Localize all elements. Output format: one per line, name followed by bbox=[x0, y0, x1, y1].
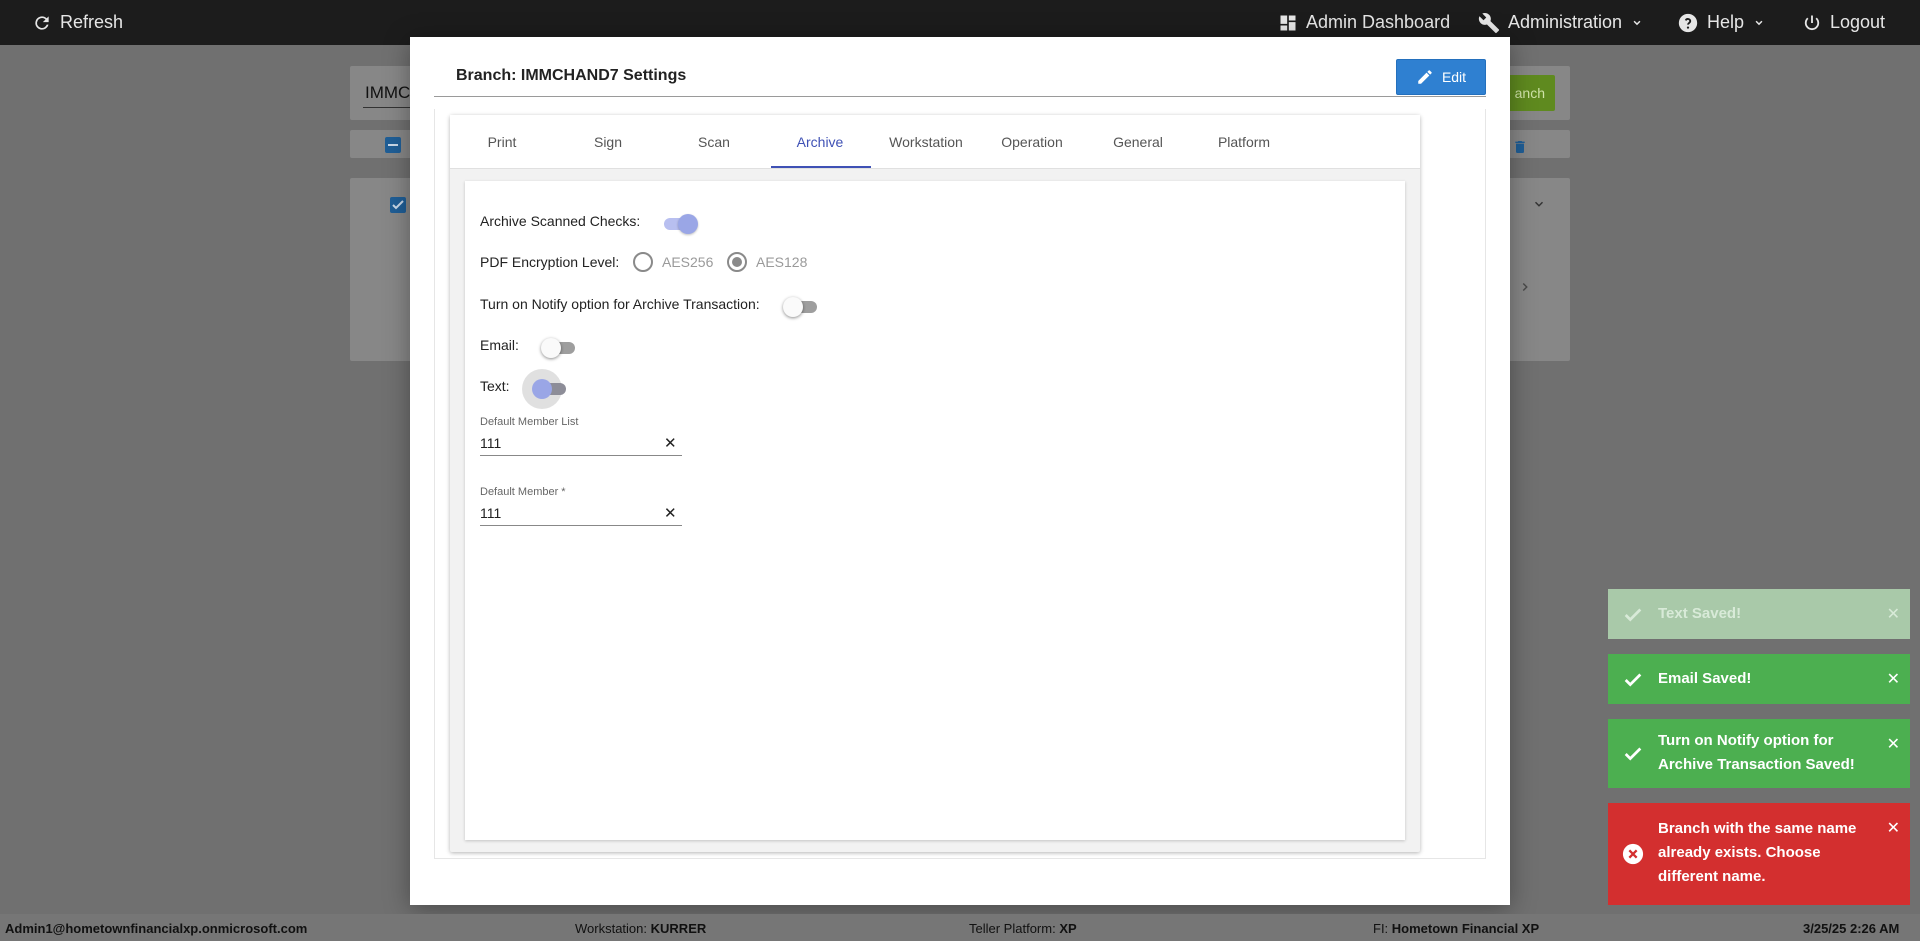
bg-branch-input-text: IMMC bbox=[365, 83, 411, 102]
toast-close-icon[interactable]: ✕ bbox=[1887, 669, 1900, 689]
pencil-icon bbox=[1418, 70, 1432, 84]
status-user: Admin1@hometownfinancialxp.onmicrosoft.c… bbox=[5, 921, 308, 936]
chevron-down-icon bbox=[1633, 20, 1641, 25]
refresh-icon bbox=[35, 15, 49, 30]
default-member-label: Default Member * bbox=[480, 486, 566, 498]
chevron-down-icon bbox=[1755, 20, 1763, 25]
help-label: Help bbox=[1707, 12, 1745, 32]
refresh-label: Refresh bbox=[60, 12, 124, 32]
logout-label: Logout bbox=[1830, 12, 1886, 32]
toast-notify-line-1: Turn on Notify option for bbox=[1658, 732, 1834, 749]
toast-close-icon[interactable]: ✕ bbox=[1887, 818, 1900, 838]
aes128-label: AES128 bbox=[756, 254, 808, 270]
toast-close-icon[interactable]: ✕ bbox=[1887, 734, 1900, 754]
default-member-input[interactable]: 111 bbox=[480, 505, 501, 521]
status-fi: FI: Hometown Financial XP bbox=[1373, 921, 1540, 936]
settings-tab-bar: Print Sign Scan Archive Workstation Oper… bbox=[450, 115, 1420, 169]
bg-chevron-right-icon[interactable] bbox=[1518, 280, 1532, 294]
tab-general[interactable]: General bbox=[1088, 115, 1188, 169]
aes256-label: AES256 bbox=[662, 254, 714, 270]
status-datetime: 3/25/25 2:26 AM bbox=[1803, 921, 1900, 936]
edit-label: Edit bbox=[1441, 69, 1467, 85]
status-bar: Admin1@hometownfinancialxp.onmicrosoft.c… bbox=[0, 914, 1920, 941]
check-icon bbox=[1624, 673, 1642, 687]
email-toggle[interactable] bbox=[541, 338, 577, 358]
toast-branch-exists-error: Branch with the same name already exists… bbox=[1608, 803, 1910, 905]
notify-archive-toggle[interactable] bbox=[783, 297, 819, 317]
archive-settings-panel: Archive Scanned Checks: PDF Encryption L… bbox=[465, 181, 1405, 840]
text-label: Text: bbox=[480, 378, 510, 394]
notify-archive-label: Turn on Notify option for Archive Transa… bbox=[480, 296, 760, 312]
status-teller-platform: Teller Platform: XP bbox=[969, 921, 1077, 936]
member-underline bbox=[480, 525, 682, 526]
power-icon bbox=[1804, 15, 1820, 30]
toast-error-line-1: Branch with the same name bbox=[1658, 820, 1857, 837]
toast-error-message: Branch with the same name already exists… bbox=[1658, 817, 1856, 889]
archive-scanned-checks-label: Archive Scanned Checks: bbox=[480, 213, 641, 229]
refresh-button[interactable]: Refresh bbox=[32, 0, 123, 45]
aes256-radio[interactable] bbox=[633, 252, 653, 272]
toast-text-saved-message: Text Saved! bbox=[1658, 605, 1742, 622]
member-list-underline bbox=[480, 455, 682, 456]
toast-email-saved: Email Saved! ✕ bbox=[1608, 654, 1910, 704]
modal-header: Branch: IMMCHAND7 Settings bbox=[434, 59, 1486, 97]
bg-trash-icon[interactable] bbox=[1512, 137, 1528, 157]
logout-button[interactable]: Logout bbox=[1802, 0, 1885, 45]
tab-operation[interactable]: Operation bbox=[982, 115, 1082, 169]
dashboard-icon bbox=[1280, 15, 1296, 30]
toast-close-icon[interactable]: ✕ bbox=[1887, 604, 1900, 624]
tab-workstation[interactable]: Workstation bbox=[876, 115, 976, 169]
toast-notify-line-2: Archive Transaction Saved! bbox=[1658, 756, 1855, 773]
tab-sign[interactable]: Sign bbox=[558, 115, 658, 169]
toast-notify-saved: Turn on Notify option for Archive Transa… bbox=[1608, 719, 1910, 788]
admin-dashboard-label: Admin Dashboard bbox=[1306, 12, 1451, 32]
bg-chevron-down-icon[interactable] bbox=[1532, 197, 1546, 211]
bg-select-all-checkbox[interactable] bbox=[385, 137, 401, 153]
administration-label: Administration bbox=[1508, 12, 1623, 32]
branch-settings-modal: Branch: IMMCHAND7 Settings Edit Print Si… bbox=[410, 37, 1510, 905]
tab-archive[interactable]: Archive bbox=[770, 115, 870, 169]
wrench-icon bbox=[1478, 12, 1500, 33]
bg-row-checkbox[interactable] bbox=[390, 197, 406, 213]
tab-scan[interactable]: Scan bbox=[664, 115, 764, 169]
help-circle-icon bbox=[1678, 13, 1698, 32]
toast-error-line-2: already exists. Choose bbox=[1658, 844, 1821, 861]
error-circle-icon bbox=[1622, 843, 1644, 865]
archive-scanned-checks-toggle[interactable] bbox=[662, 214, 698, 234]
tab-print[interactable]: Print bbox=[452, 115, 552, 169]
default-member-list-input[interactable]: 111 bbox=[480, 435, 501, 451]
toast-notify-saved-message: Turn on Notify option for Archive Transa… bbox=[1658, 729, 1855, 777]
help-menu[interactable]: Help bbox=[1677, 0, 1766, 45]
bg-add-branch-label: anch bbox=[1514, 85, 1545, 101]
edit-button[interactable]: Edit bbox=[1396, 59, 1486, 95]
default-member-list-label: Default Member List bbox=[480, 416, 579, 428]
active-tab-indicator bbox=[771, 166, 871, 168]
status-workstation: Workstation: KURRER bbox=[575, 921, 707, 936]
toast-text-saved: Text Saved! ✕ bbox=[1608, 589, 1910, 639]
clear-member-list-icon[interactable]: ✕ bbox=[664, 434, 677, 452]
toast-error-line-3: different name. bbox=[1658, 868, 1766, 885]
settings-tabs-card: Print Sign Scan Archive Workstation Oper… bbox=[450, 115, 1420, 852]
modal-title: Branch: IMMCHAND7 Settings bbox=[456, 67, 687, 84]
tab-platform[interactable]: Platform bbox=[1194, 115, 1294, 169]
pdf-encryption-label: PDF Encryption Level: bbox=[480, 254, 620, 270]
clear-member-icon[interactable]: ✕ bbox=[664, 504, 677, 522]
check-icon bbox=[1624, 608, 1642, 622]
aes128-radio[interactable] bbox=[727, 252, 747, 272]
toast-email-saved-message: Email Saved! bbox=[1658, 670, 1752, 687]
text-toggle[interactable] bbox=[522, 369, 568, 409]
check-icon bbox=[1624, 747, 1642, 761]
email-label: Email: bbox=[480, 337, 519, 353]
